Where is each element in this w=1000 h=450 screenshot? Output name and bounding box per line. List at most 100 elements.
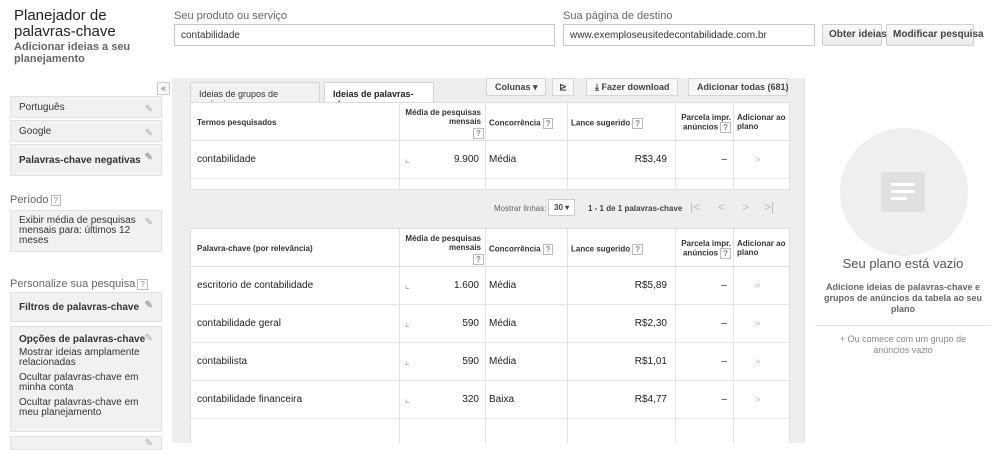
keyword-options-setting[interactable]: Opções de palavras-chave Mostrar ideias … — [10, 326, 162, 432]
help-icon[interactable]: ? — [542, 244, 554, 255]
help-icon[interactable]: ? — [50, 194, 61, 206]
destination-input[interactable]: www.exemploseusitedecontabilidade.com.br — [563, 24, 815, 46]
trend-chart-icon[interactable]: ⌞ — [405, 394, 410, 405]
avg-searches: 590 — [462, 356, 479, 367]
col-avg[interactable]: Média de pesquisas mensais — [401, 108, 481, 126]
col-bid[interactable]: Lance sugerido? — [571, 244, 644, 255]
page-subtitle: Adicionar ideias a seu planejamento — [14, 41, 131, 65]
col-share[interactable]: Parcela impr. anúncios? — [675, 113, 731, 133]
suggested-bid: R$5,89 — [634, 280, 667, 291]
col-avg[interactable]: Média de pesquisas mensais — [401, 234, 481, 252]
main-panel: Ideias de grupos de anúncios Ideias de p… — [172, 78, 804, 443]
pencil-icon: ✎ — [144, 300, 153, 311]
pencil-icon: ✎ — [144, 152, 153, 163]
col-competition[interactable]: Concorrência? — [489, 244, 554, 255]
period-text: Exibir média de pesquisas mensais para: … — [19, 215, 136, 246]
add-to-plan-icon[interactable]: » — [755, 280, 761, 291]
col-term[interactable]: Termos pesquisados — [197, 118, 276, 127]
search-terms-table: Termos pesquisados Média de pesquisas me… — [190, 102, 790, 190]
network-setting[interactable]: Google ✎ — [10, 120, 162, 142]
product-input[interactable]: contabilidade — [174, 24, 555, 46]
negative-keywords-setting[interactable]: Palavras-chave negativas ✎ — [10, 144, 162, 176]
prev-page-icon[interactable]: < — [718, 200, 725, 214]
keyword-option-hide-plan: Ocultar palavras-chave em meu planejamen… — [19, 397, 139, 418]
keyword-text: contabilista — [197, 356, 248, 367]
page-title: Planejador de palavras-chave — [14, 7, 116, 40]
language-label: Português — [19, 102, 65, 113]
table-row: contabilidade ⌞ 9.900 Média R$3,49 – » — [191, 141, 789, 179]
add-to-plan-icon[interactable]: » — [755, 318, 761, 329]
competition: Média — [489, 356, 517, 367]
competition: Média — [489, 280, 517, 291]
pencil-icon: ✎ — [144, 104, 153, 115]
pencil-icon: ✎ — [144, 438, 153, 449]
col-competition[interactable]: Concorrência? — [489, 118, 554, 129]
help-icon[interactable]: ? — [542, 118, 554, 129]
col-add[interactable]: Adicionar ao plano — [737, 113, 791, 131]
trend-chart-icon[interactable]: ⌞ — [405, 280, 410, 291]
help-icon[interactable]: ? — [471, 128, 484, 139]
impression-share: – — [721, 356, 727, 367]
keyword-text: contabilidade geral — [197, 318, 281, 329]
help-icon[interactable]: ? — [632, 244, 644, 255]
plan-empty-title: Seu plano está vazio — [842, 256, 964, 271]
more-setting[interactable]: ✎ — [10, 436, 162, 450]
avg-searches: 1.600 — [453, 280, 479, 291]
destination-label: Sua página de destino — [563, 10, 673, 22]
help-icon[interactable]: ? — [720, 122, 731, 133]
help-icon[interactable]: ? — [137, 278, 148, 290]
impression-share: – — [721, 280, 727, 291]
keyword-option-hide-account: Ocultar palavras-chave em minha conta — [19, 372, 139, 393]
last-page-icon[interactable]: >| — [764, 200, 774, 214]
network-label: Google — [19, 126, 52, 137]
help-icon[interactable]: ? — [632, 118, 644, 129]
first-page-icon[interactable]: |< — [690, 200, 700, 214]
plan-panel: Seu plano está vazio Adicione ideias de … — [804, 78, 1000, 443]
pencil-icon: ✎ — [144, 333, 153, 344]
competition: Média — [489, 318, 517, 329]
add-to-plan-icon[interactable]: » — [755, 154, 761, 165]
rows-label: Mostrar linhas: — [494, 204, 547, 213]
suggested-bid: R$4,77 — [634, 394, 667, 405]
sidebar: « Português ✎ Google ✎ Palavras-chave ne… — [0, 78, 172, 450]
competition: Baixa — [489, 394, 515, 405]
chart-icon[interactable]: ⊵ — [552, 78, 574, 96]
trend-chart-icon[interactable]: ⌞ — [405, 318, 410, 329]
suggested-bid: R$3,49 — [634, 154, 667, 165]
help-icon[interactable]: ? — [720, 248, 731, 259]
competition: Média — [489, 154, 517, 165]
product-label: Seu produto ou serviço — [174, 10, 288, 22]
keyword-ideas-table: Palavra-chave (por relevância) Média de … — [190, 228, 790, 443]
empty-ad-group-link[interactable]: + Ou comece com um grupo de anúncios vaz… — [825, 334, 981, 356]
col-share[interactable]: Parcela impr. anúncios? — [675, 239, 731, 259]
keyword-text: contabilidade financeira — [197, 394, 303, 405]
period-setting[interactable]: Exibir média de pesquisas mensais para: … — [10, 210, 162, 252]
avg-searches: 9.900 — [453, 154, 479, 165]
tab-keyword-ideas[interactable]: Ideias de palavras-chave — [324, 82, 434, 109]
avg-searches: 590 — [462, 318, 479, 329]
columns-button[interactable]: Colunas ▾ — [486, 78, 546, 96]
suggested-bid: R$2,30 — [634, 318, 667, 329]
trend-chart-icon[interactable]: ⌞ — [405, 154, 410, 165]
collapse-sidebar-button[interactable]: « — [157, 82, 170, 95]
col-add[interactable]: Adicionar ao plano — [737, 239, 791, 257]
col-term[interactable]: Palavra-chave (por relevância) — [197, 244, 313, 253]
period-label: Período? — [10, 194, 61, 206]
add-to-plan-icon[interactable]: » — [755, 394, 761, 405]
next-page-icon[interactable]: > — [742, 200, 749, 214]
download-button[interactable]: ⤓ Fazer download — [586, 78, 678, 96]
table-header: Termos pesquisados Média de pesquisas me… — [191, 103, 789, 141]
document-icon — [881, 172, 925, 212]
col-bid[interactable]: Lance sugerido? — [571, 118, 644, 129]
language-setting[interactable]: Português ✎ — [10, 96, 162, 118]
trend-chart-icon[interactable]: ⌞ — [405, 356, 410, 367]
get-ideas-button[interactable]: Obter ideias — [822, 24, 887, 46]
keyword-filters-setting[interactable]: Filtros de palavras-chave ✎ — [10, 292, 162, 322]
modify-search-button[interactable]: Modificar pesquisa — [886, 24, 984, 46]
add-to-plan-icon[interactable]: » — [755, 356, 761, 367]
add-all-button[interactable]: Adicionar todas (681) — [688, 78, 789, 96]
empty-plan-illustration — [840, 128, 968, 256]
tab-ad-group-ideas[interactable]: Ideias de grupos de anúncios — [190, 82, 320, 109]
rows-select[interactable]: 30 ▾ — [548, 199, 576, 216]
help-icon[interactable]: ? — [471, 254, 484, 265]
